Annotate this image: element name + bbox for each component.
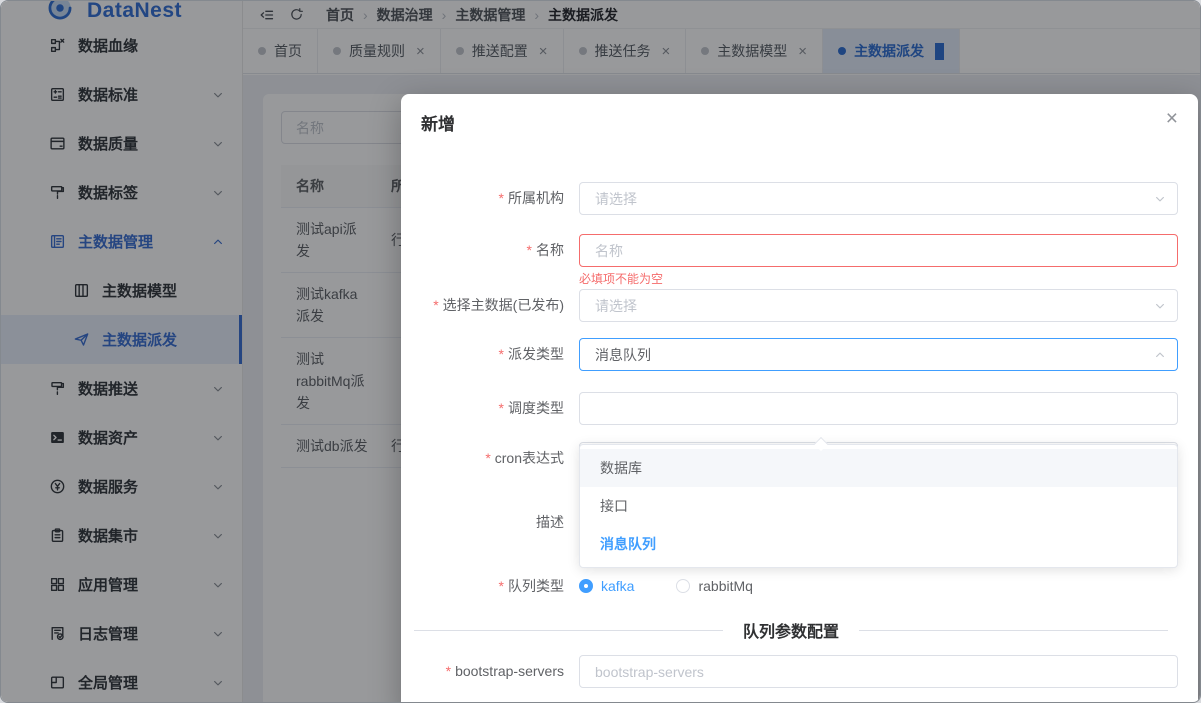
required-asterisk: * <box>446 663 451 679</box>
field-control: kafka rabbitMq <box>579 572 1178 600</box>
required-asterisk: * <box>485 450 490 466</box>
add-form: *所属机构请选择*名称必填项不能为空*选择主数据(已发布)请选择*派发类型消息队… <box>401 154 1198 688</box>
名称-input[interactable] <box>579 234 1178 267</box>
radio-label: kafka <box>601 578 634 594</box>
field-control: 消息队列 <box>579 338 1178 371</box>
field-label: *选择主数据(已发布) <box>401 289 564 322</box>
field-control: 必填项不能为空 <box>579 234 1178 267</box>
field-label: *调度类型 <box>401 392 564 425</box>
chevron-down-icon <box>1154 193 1166 205</box>
select-placeholder: 请选择 <box>595 296 637 316</box>
required-asterisk: * <box>499 346 504 362</box>
dialog-body: *所属机构请选择*名称必填项不能为空*选择主数据(已发布)请选择*派发类型消息队… <box>401 154 1198 703</box>
调度类型-select[interactable] <box>579 392 1178 425</box>
required-asterisk: * <box>499 578 504 594</box>
dropdown-option-接口[interactable]: 接口 <box>580 487 1177 525</box>
field-control <box>579 655 1178 688</box>
dropdown-option-数据库[interactable]: 数据库 <box>580 449 1177 487</box>
field-row-选择主数据(已发布): *选择主数据(已发布) 请选择 <box>401 289 1198 322</box>
field-row-派发类型: *派发类型 消息队列 <box>401 338 1198 371</box>
field-label: 描述 <box>401 506 564 561</box>
dropdown-option-消息队列[interactable]: 消息队列 <box>580 525 1177 563</box>
chevron-down-icon <box>1154 349 1166 361</box>
所属机构-select[interactable]: 请选择 <box>579 182 1178 215</box>
field-control <box>579 392 1178 425</box>
radio-rabbitMq[interactable]: rabbitMq <box>676 578 752 594</box>
field-label: *队列类型 <box>401 572 564 600</box>
field-control: 请选择 <box>579 182 1178 215</box>
dialog-title: 新增 <box>421 110 455 135</box>
field-label: *cron表达式 <box>401 442 564 475</box>
required-asterisk: * <box>527 242 532 258</box>
bootstrap-servers-input[interactable] <box>579 655 1178 688</box>
dialog-header: 新增 × <box>401 94 1198 154</box>
radio-dot-icon <box>676 579 690 593</box>
dispatch-type-dropdown: 数据库接口消息队列 <box>579 444 1178 568</box>
required-asterisk: * <box>499 190 504 206</box>
chevron-down-icon <box>1154 300 1166 312</box>
section-title: 队列参数配置 <box>723 618 859 642</box>
required-asterisk: * <box>433 297 438 313</box>
field-label: *派发类型 <box>401 338 564 371</box>
app-window: DataNest 数据血缘数据标准数据质量数据标签主数据管理主数据模型主数据派发… <box>0 0 1201 703</box>
field-control: 请选择 <box>579 289 1178 322</box>
radio-dot-icon <box>579 579 593 593</box>
field-label: *名称 <box>401 234 564 267</box>
field-row-队列类型: *队列类型 kafka rabbitMq <box>401 572 1198 600</box>
选择主数据(已发布)-select[interactable]: 请选择 <box>579 289 1178 322</box>
close-icon[interactable]: × <box>1166 108 1178 129</box>
section-divider: 队列参数配置 <box>414 619 1168 641</box>
field-label: *bootstrap-servers <box>401 655 564 688</box>
validation-error: 必填项不能为空 <box>579 270 663 287</box>
派发类型-select[interactable]: 消息队列 <box>579 338 1178 371</box>
required-asterisk: * <box>499 400 504 416</box>
add-dialog: 新增 × *所属机构请选择*名称必填项不能为空*选择主数据(已发布)请选择*派发… <box>401 94 1198 703</box>
field-row-所属机构: *所属机构 请选择 <box>401 182 1198 215</box>
radio-label: rabbitMq <box>698 578 752 594</box>
radio-kafka[interactable]: kafka <box>579 578 634 594</box>
field-label: *所属机构 <box>401 182 564 215</box>
select-placeholder: 请选择 <box>595 189 637 209</box>
field-row-名称: *名称必填项不能为空 <box>401 234 1198 267</box>
select-value: 消息队列 <box>595 345 651 365</box>
field-row-调度类型: *调度类型 <box>401 392 1198 425</box>
radio-group: kafka rabbitMq <box>579 572 1178 600</box>
field-row-bootstrap-servers: *bootstrap-servers <box>401 655 1198 688</box>
